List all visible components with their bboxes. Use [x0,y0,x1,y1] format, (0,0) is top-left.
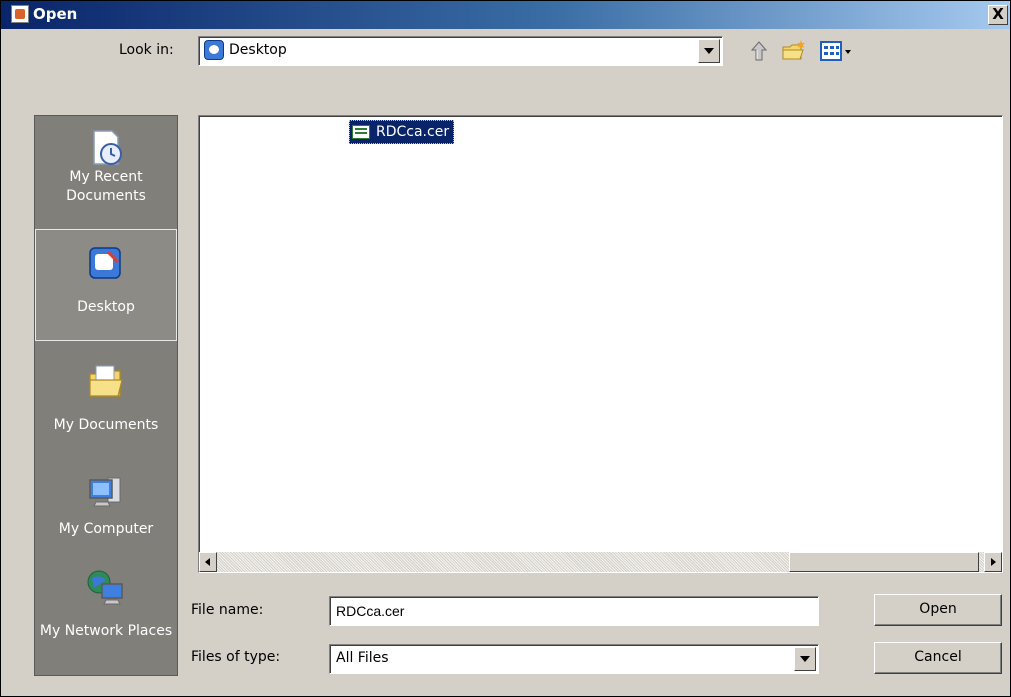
recent-documents-icon [93,130,122,165]
close-button[interactable]: X [988,5,1008,25]
place-label: My Network Places [39,623,173,639]
file-name-label: File name: [191,602,264,618]
new-folder-icon[interactable] [781,38,807,64]
my-documents-icon [89,365,123,397]
place-desktop[interactable]: Desktop [35,229,177,341]
open-dialog: Open X Look in: Desktop My Recent Docume… [0,0,1011,697]
file-item[interactable]: RDCca.cer [349,120,455,144]
place-label: My Documents [53,417,159,433]
scrollbar-thumb[interactable] [789,552,979,572]
files-of-type-value: All Files [336,650,389,666]
look-in-dropdown-button[interactable] [698,39,720,63]
scroll-right-button[interactable] [984,552,1002,572]
java-app-icon [11,5,29,23]
place-label: My Recent Documents [66,169,146,204]
up-one-level-icon[interactable] [747,38,773,64]
look-in-value: Desktop [229,42,287,58]
file-list[interactable]: RDCca.cer [198,115,1003,573]
scroll-left-button[interactable] [199,552,217,572]
desktop-icon [89,247,121,279]
window-title: Open [33,5,78,23]
place-label: Desktop [77,299,135,315]
files-of-type-label: Files of type: [191,649,281,665]
open-button[interactable]: Open [874,594,1002,626]
look-in-label: Look in: [119,42,174,58]
horizontal-scrollbar[interactable] [199,552,1002,572]
title-bar[interactable]: Open X [1,1,1010,29]
file-name-input[interactable] [329,596,819,626]
network-places-icon [87,570,123,605]
view-menu-icon[interactable] [819,38,859,64]
file-name: RDCca.cer [376,124,450,140]
cancel-button[interactable]: Cancel [874,642,1002,674]
my-computer-icon [89,477,121,507]
look-in-combo[interactable]: Desktop [198,36,723,66]
place-my-computer[interactable]: My Computer [35,462,177,562]
certificate-file-icon [352,125,370,139]
place-my-documents[interactable]: My Documents [35,354,177,454]
place-label: My Computer [58,521,154,537]
desktop-icon [204,40,224,60]
places-bar: My Recent Documents Desktop My Documents [34,115,178,676]
place-my-recent-documents[interactable]: My Recent Documents [35,118,177,228]
place-my-network-places[interactable]: My Network Places [35,566,177,676]
files-of-type-combo[interactable]: All Files [329,644,819,674]
files-of-type-dropdown-button[interactable] [794,647,816,671]
